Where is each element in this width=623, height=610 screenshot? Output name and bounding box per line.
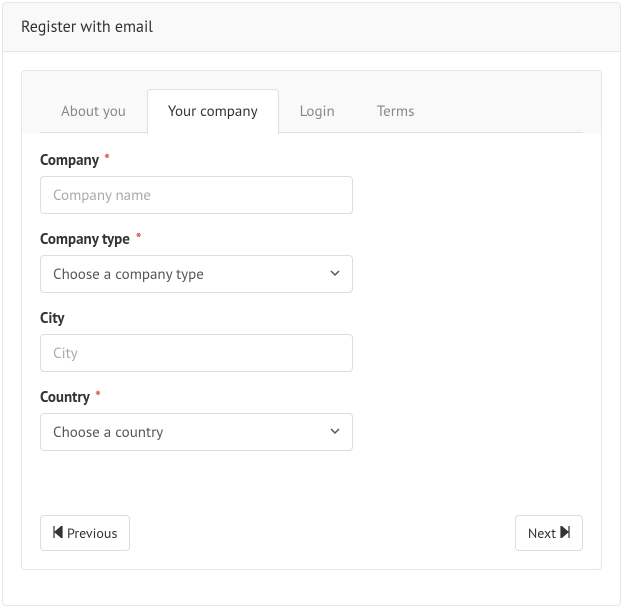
country-select[interactable]: Choose a country [40, 413, 353, 451]
previous-label: Previous [67, 524, 117, 542]
tab-label: Your company [168, 102, 258, 121]
city-input[interactable] [40, 334, 353, 372]
tab-about-you[interactable]: About you [40, 89, 147, 133]
required-asterisk: * [104, 151, 110, 170]
label-text: City [40, 309, 64, 328]
register-card: Register with email About you Your compa… [2, 2, 621, 606]
previous-button[interactable]: Previous [40, 515, 130, 551]
wizard-tabs: About you Your company Login Terms [22, 71, 601, 133]
step-forward-icon [560, 524, 570, 542]
tab-terms[interactable]: Terms [356, 89, 436, 133]
wizard-footer: Previous Next [22, 485, 601, 569]
form-group-company: Company * [40, 151, 583, 214]
card-body: About you Your company Login Terms Compa… [3, 52, 620, 588]
wizard-body: Company * Company type * Choose a compan… [22, 133, 601, 485]
company-input[interactable] [40, 176, 353, 214]
required-asterisk: * [95, 388, 101, 407]
required-asterisk: * [136, 230, 142, 249]
company-type-select-wrap: Choose a company type [40, 255, 353, 293]
card-header: Register with email [3, 3, 620, 52]
country-select-wrap: Choose a country [40, 413, 353, 451]
tab-login[interactable]: Login [279, 89, 356, 133]
tab-label: Terms [377, 102, 415, 121]
company-type-select[interactable]: Choose a company type [40, 255, 353, 293]
wizard-panel: About you Your company Login Terms Compa… [21, 70, 602, 570]
label-text: Company [40, 151, 98, 170]
label-text: Country [40, 388, 89, 407]
tab-your-company[interactable]: Your company [147, 89, 279, 134]
next-label: Next [528, 524, 556, 542]
label-text: Company type [40, 230, 130, 249]
form-group-company-type: Company type * Choose a company type [40, 230, 583, 293]
card-title: Register with email [21, 17, 153, 37]
label-country: Country * [40, 388, 583, 407]
label-city: City [40, 309, 583, 328]
form-group-country: Country * Choose a country [40, 388, 583, 451]
label-company: Company * [40, 151, 583, 170]
tab-label: Login [300, 102, 335, 121]
form-group-city: City [40, 309, 583, 372]
step-backward-icon [53, 524, 63, 542]
label-company-type: Company type * [40, 230, 583, 249]
next-button[interactable]: Next [515, 515, 583, 551]
tab-label: About you [61, 102, 126, 121]
